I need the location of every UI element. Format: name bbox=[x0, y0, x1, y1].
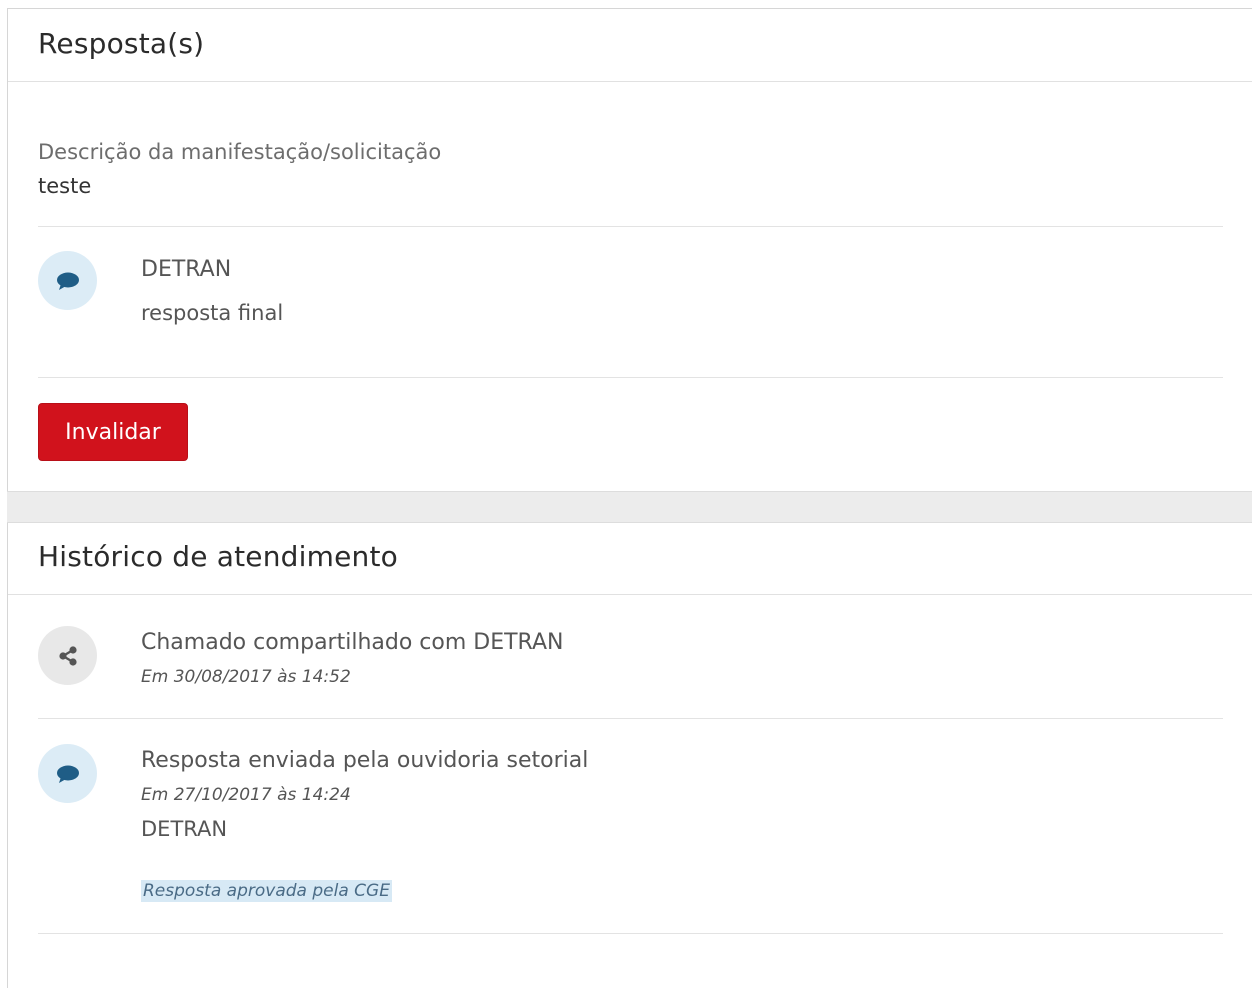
comment-icon bbox=[38, 251, 97, 310]
historico-panel: Histórico de atendimento Chamado compart… bbox=[7, 523, 1252, 988]
history-item-date: Em 27/10/2017 às 14:24 bbox=[141, 785, 351, 805]
divider bbox=[38, 226, 1223, 227]
invalidate-button[interactable]: Invalidar bbox=[38, 403, 188, 461]
divider bbox=[38, 718, 1223, 719]
historico-panel-title: Histórico de atendimento bbox=[38, 540, 398, 573]
divider bbox=[38, 377, 1223, 378]
history-item-date: Em 30/08/2017 às 14:52 bbox=[141, 667, 351, 687]
history-item-org: DETRAN bbox=[141, 817, 228, 841]
history-item-title: Resposta enviada pela ouvidoria setorial bbox=[141, 748, 589, 773]
historico-panel-header: Histórico de atendimento bbox=[8, 523, 1252, 595]
response-author: DETRAN bbox=[141, 257, 232, 282]
description-label: Descrição da manifestação/solicitação bbox=[38, 140, 442, 164]
response-text: resposta final bbox=[141, 301, 284, 325]
divider bbox=[38, 933, 1223, 934]
respostas-panel-title: Resposta(s) bbox=[38, 27, 205, 60]
share-icon bbox=[38, 626, 97, 685]
history-item-title: Chamado compartilhado com DETRAN bbox=[141, 630, 564, 655]
panel-separator bbox=[7, 491, 1252, 523]
respostas-panel-header: Resposta(s) bbox=[8, 9, 1252, 82]
comment-icon bbox=[38, 744, 97, 803]
approval-note: Resposta aprovada pela CGE bbox=[141, 880, 392, 902]
description-value: teste bbox=[38, 174, 92, 198]
respostas-panel: Resposta(s) Descrição da manifestação/so… bbox=[7, 8, 1252, 491]
